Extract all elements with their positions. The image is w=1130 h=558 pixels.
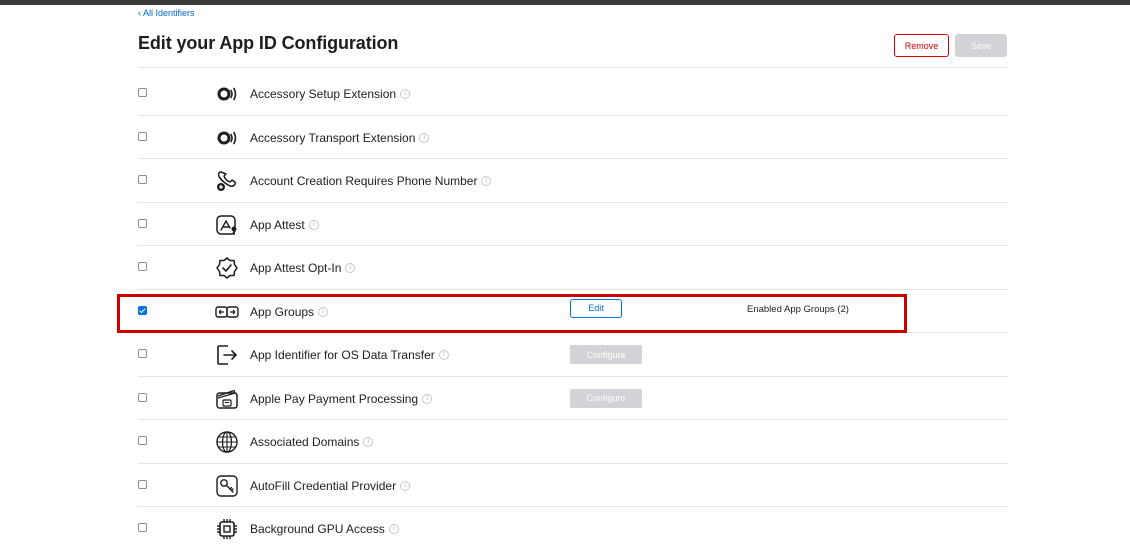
enabled-app-groups-status: Enabled App Groups (2) <box>747 303 849 315</box>
info-icon[interactable] <box>419 132 430 143</box>
wallet-icon <box>215 387 239 411</box>
top-bar <box>0 0 1130 5</box>
configure-button[interactable]: Configure <box>570 388 642 408</box>
capability-row-associated-domains: Associated Domains <box>138 420 1008 464</box>
capability-name: App Identifier for OS Data Transfer <box>250 348 449 362</box>
capability-row-app-attest: App Attest <box>138 203 1008 246</box>
capability-row-app-groups: App Groups Edit Enabled App Groups (2) <box>138 290 1008 333</box>
info-icon[interactable] <box>345 263 356 273</box>
capability-name: Background GPU Access <box>250 522 399 536</box>
info-icon[interactable] <box>318 306 329 317</box>
remove-button[interactable]: Remove <box>894 34 949 57</box>
all-identifiers-link[interactable]: ‹ All Identifiers <box>138 8 195 18</box>
capability-checkbox[interactable] <box>138 262 147 271</box>
info-icon[interactable] <box>400 480 411 491</box>
info-icon[interactable] <box>422 393 433 404</box>
accessory-icon <box>215 82 239 106</box>
chip-icon <box>215 517 239 541</box>
header-divider <box>138 67 1008 68</box>
capability-checkbox[interactable] <box>138 88 147 97</box>
app-groups-icon <box>215 300 239 324</box>
save-button[interactable]: Save <box>955 34 1007 57</box>
info-icon[interactable] <box>308 219 319 230</box>
capability-checkbox[interactable] <box>138 175 147 184</box>
configure-button[interactable]: Configure <box>570 345 642 364</box>
capability-name: App Attest <box>250 218 319 232</box>
capability-name: Associated Domains <box>250 435 374 449</box>
capability-row-apple-pay: Apple Pay Payment Processing Configure <box>138 377 1008 420</box>
capability-name: App Groups <box>250 305 329 319</box>
page-title: Edit your App ID Configuration <box>138 33 399 53</box>
capability-row-background-gpu: Background GPU Access <box>138 507 1008 551</box>
accessory-icon <box>215 126 239 150</box>
capability-name: Accessory Transport Extension <box>250 131 430 145</box>
capability-checkbox[interactable] <box>138 131 147 141</box>
globe-icon <box>215 430 239 454</box>
edit-app-groups-button[interactable]: Edit <box>570 298 622 318</box>
capability-row-app-attest-opt-in: App Attest Opt-In <box>138 246 1008 290</box>
info-icon[interactable] <box>363 437 374 447</box>
capability-name: Accessory Setup Extension <box>250 87 411 101</box>
info-icon[interactable] <box>400 89 411 99</box>
capability-name: Apple Pay Payment Processing <box>250 392 433 406</box>
seal-check-icon <box>215 256 239 280</box>
capability-name: AutoFill Credential Provider <box>250 479 411 493</box>
capability-checkbox[interactable] <box>138 218 147 228</box>
capability-checkbox[interactable] <box>138 392 147 402</box>
phone-number-icon <box>215 169 239 193</box>
capability-name: App Attest Opt-In <box>250 261 356 275</box>
capability-checkbox[interactable] <box>138 349 147 358</box>
app-attest-icon <box>215 213 239 237</box>
capability-checkbox[interactable] <box>138 479 147 489</box>
info-icon[interactable] <box>388 524 399 534</box>
capability-checkbox[interactable] <box>138 523 147 532</box>
key-icon <box>215 474 239 498</box>
capability-name: Account Creation Requires Phone Number <box>250 174 492 188</box>
capability-row-account-creation-phone: Account Creation Requires Phone Number <box>138 159 1008 203</box>
capability-row-accessory-setup-extension: Accessory Setup Extension <box>138 72 1008 116</box>
capability-row-accessory-transport-extension: Accessory Transport Extension <box>138 116 1008 159</box>
capability-row-autofill-credential: AutoFill Credential Provider <box>138 464 1008 507</box>
capability-checkbox[interactable] <box>138 436 147 445</box>
info-icon[interactable] <box>438 350 449 360</box>
data-transfer-icon <box>215 343 239 367</box>
capability-checkbox-checked[interactable] <box>138 305 147 315</box>
capabilities-list: Accessory Setup Extension Accessory Tran… <box>138 72 1008 551</box>
info-icon[interactable] <box>481 176 492 186</box>
capability-row-os-data-transfer: App Identifier for OS Data Transfer Conf… <box>138 333 1008 377</box>
